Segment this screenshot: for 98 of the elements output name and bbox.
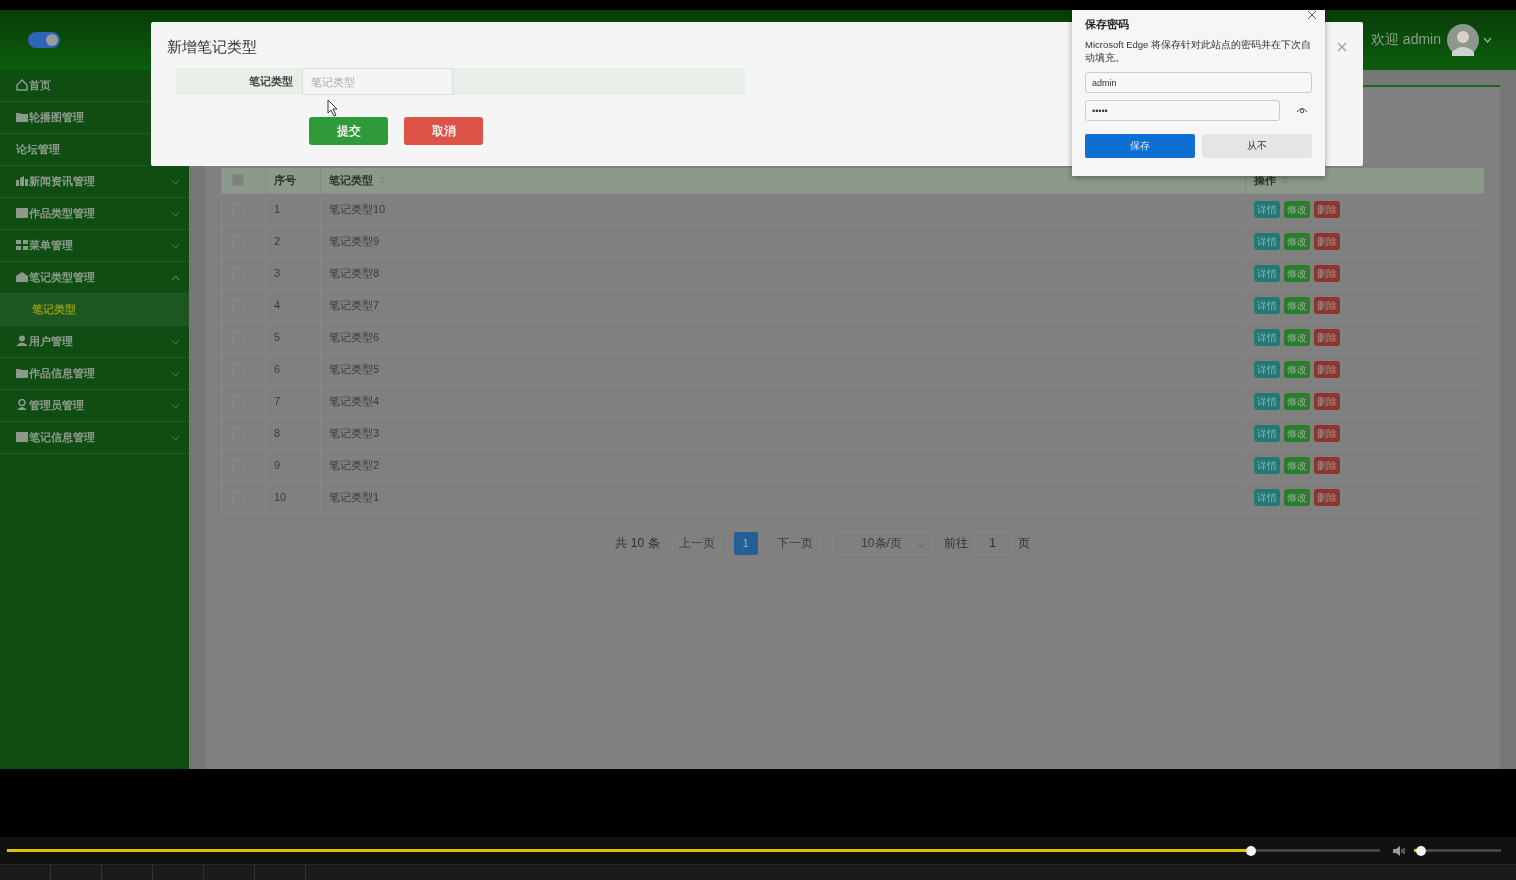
cancel-button[interactable]: 取消 — [404, 117, 483, 145]
details-button[interactable]: 详情 — [1254, 233, 1280, 250]
details-button[interactable]: 详情 — [1254, 457, 1280, 474]
table-cell: 5 — [274, 331, 281, 344]
column-header[interactable]: 笔记类型 — [329, 173, 373, 188]
close-icon — [1307, 10, 1317, 20]
delete-button[interactable]: 删除 — [1314, 425, 1340, 442]
text-input[interactable]: 笔记类型 — [302, 68, 453, 95]
table-cell: 笔记类型1 — [329, 490, 380, 505]
table-cell: 笔记类型7 — [329, 298, 380, 313]
page-button[interactable]: 1 — [733, 532, 758, 555]
table-cell: 9 — [274, 459, 281, 472]
delete-button[interactable]: 删除 — [1314, 329, 1340, 346]
caret-icon — [1483, 37, 1492, 43]
edit-button[interactable]: 修改 — [1284, 201, 1310, 218]
submit-button[interactable]: 提交 — [309, 117, 388, 145]
square-icon — [16, 431, 28, 444]
folder-icon — [16, 111, 28, 124]
edit-button[interactable]: 修改 — [1284, 425, 1310, 442]
submenu-item[interactable]: 笔记类型 — [0, 294, 189, 326]
menu-item[interactable]: 笔记信息管理 — [0, 422, 189, 454]
page-input[interactable]: 1 — [973, 532, 1012, 555]
field-label: 笔记类型 — [248, 74, 293, 89]
edit-button[interactable]: 修改 — [1284, 457, 1310, 474]
save-button[interactable]: 保存 — [1085, 134, 1195, 158]
table-cell: 1 — [274, 203, 281, 216]
table-cell: 笔记类型9 — [329, 234, 380, 249]
edit-button[interactable]: 修改 — [1284, 489, 1310, 506]
popup-title: 保存密码 — [1085, 17, 1130, 32]
table-cell: 2 — [274, 235, 281, 248]
menu-item[interactable]: 作品信息管理 — [0, 358, 189, 390]
delete-button[interactable]: 删除 — [1314, 233, 1340, 250]
edit-button[interactable]: 修改 — [1284, 361, 1310, 378]
menu-item[interactable]: 作品类型管理 — [0, 198, 189, 230]
user-icon — [16, 335, 28, 348]
details-button[interactable]: 详情 — [1254, 329, 1280, 346]
user-icon — [16, 399, 28, 412]
details-button[interactable]: 详情 — [1254, 265, 1280, 282]
page-unit-label: 页 — [1017, 535, 1030, 552]
welcome-text: 欢迎 admin — [1370, 31, 1441, 49]
sort-icon — [1281, 175, 1289, 186]
table-cell: 笔记类型8 — [329, 266, 380, 281]
table-cell: 笔记类型3 — [329, 426, 380, 441]
delete-button[interactable]: 删除 — [1314, 361, 1340, 378]
close-icon — [1337, 42, 1347, 52]
password-field[interactable]: ••••• — [1085, 100, 1280, 121]
table-cell: 4 — [274, 299, 281, 312]
edit-button[interactable]: 修改 — [1284, 297, 1310, 314]
select-all-checkbox[interactable] — [232, 174, 244, 187]
table-cell: 7 — [274, 395, 281, 408]
page-size-select[interactable]: 10条/页 — [831, 532, 932, 555]
delete-button[interactable]: 删除 — [1314, 265, 1340, 282]
slider-thumb[interactable] — [1415, 845, 1426, 856]
chevron-down-icon — [916, 542, 926, 548]
home-icon — [16, 79, 28, 92]
details-button[interactable]: 详情 — [1254, 489, 1280, 506]
delete-button[interactable]: 删除 — [1314, 489, 1340, 506]
dialog-title: 新增笔记类型 — [167, 38, 257, 57]
chart-icon — [16, 175, 28, 188]
details-button[interactable]: 详情 — [1254, 393, 1280, 410]
avatar-icon — [1447, 24, 1479, 56]
folder-icon — [16, 367, 28, 380]
table-cell: 笔记类型6 — [329, 330, 380, 345]
delete-button[interactable]: 删除 — [1314, 457, 1340, 474]
total-count: 共 10 条 — [615, 535, 660, 552]
details-button[interactable]: 详情 — [1254, 425, 1280, 442]
goto-label: 前往 — [943, 535, 968, 552]
delete-button[interactable]: 删除 — [1314, 393, 1340, 410]
grid-icon — [16, 239, 28, 252]
table-cell: 10 — [274, 491, 287, 504]
table-cell: 6 — [274, 363, 281, 376]
never-button[interactable]: 从不 — [1202, 134, 1312, 158]
cursor-icon — [327, 99, 339, 117]
details-button[interactable]: 详情 — [1254, 201, 1280, 218]
slider-thumb[interactable] — [1245, 845, 1256, 856]
table-cell: 3 — [274, 267, 281, 280]
table-cell: 笔记类型10 — [329, 202, 386, 217]
speaker-icon — [1392, 844, 1406, 857]
column-header[interactable]: 序号 — [274, 173, 296, 188]
toggle-switch[interactable] — [28, 32, 60, 48]
menu-item[interactable]: 笔记类型管理 — [0, 262, 189, 294]
delete-button[interactable]: 删除 — [1314, 297, 1340, 314]
details-button[interactable]: 详情 — [1254, 297, 1280, 314]
eye-icon — [1296, 106, 1308, 114]
square-icon — [16, 207, 28, 220]
popup-message: Microsoft Edge 将保存针对此站点的密码并在下次自动填充。 — [1085, 38, 1312, 64]
volume-slider[interactable] — [1414, 849, 1501, 853]
details-button[interactable]: 详情 — [1254, 361, 1280, 378]
edit-button[interactable]: 修改 — [1284, 265, 1310, 282]
edit-button[interactable]: 修改 — [1284, 329, 1310, 346]
table-cell: 笔记类型4 — [329, 394, 380, 409]
delete-button[interactable]: 删除 — [1314, 201, 1340, 218]
table-cell: 8 — [274, 427, 281, 440]
table-cell: 笔记类型5 — [329, 362, 380, 377]
username-field[interactable]: admin — [1085, 72, 1312, 93]
table-cell: 笔记类型2 — [329, 458, 380, 473]
edit-button[interactable]: 修改 — [1284, 393, 1310, 410]
edit-button[interactable]: 修改 — [1284, 233, 1310, 250]
